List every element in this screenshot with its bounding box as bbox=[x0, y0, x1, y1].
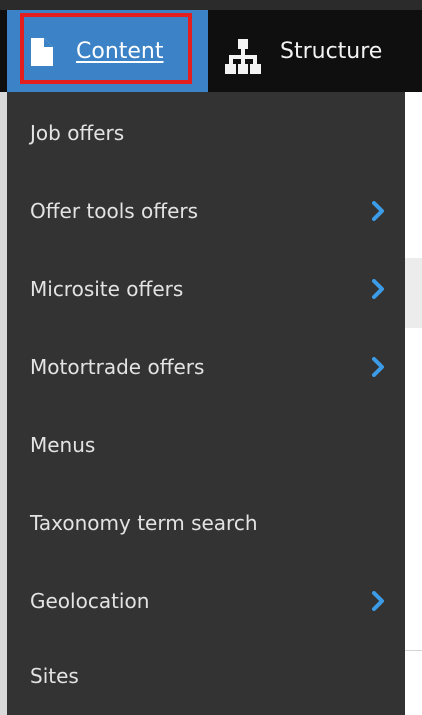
chevron-right-icon[interactable] bbox=[371, 591, 385, 611]
menu-item-label: Microsite offers bbox=[30, 277, 184, 301]
chevron-right-icon[interactable] bbox=[371, 279, 385, 299]
menu-item-microsite-offers[interactable]: Microsite offers bbox=[7, 250, 405, 328]
chevron-right-icon[interactable] bbox=[371, 357, 385, 377]
menu-item-label: Menus bbox=[30, 433, 96, 457]
menu-item-taxonomy-term-search[interactable]: Taxonomy term search bbox=[7, 484, 405, 562]
menu-item-label: Job offers bbox=[30, 121, 125, 145]
sitemap-icon bbox=[225, 39, 261, 74]
page-background-left bbox=[0, 92, 7, 715]
menu-item-label: Offer tools offers bbox=[30, 199, 199, 223]
page-background-panel bbox=[405, 258, 422, 328]
menu-item-job-offers[interactable]: Job offers bbox=[7, 94, 405, 172]
tab-structure-label[interactable]: Structure bbox=[280, 37, 382, 67]
menu-item-offer-tools-offers[interactable]: Offer tools offers bbox=[7, 172, 405, 250]
file-icon bbox=[31, 38, 53, 66]
chevron-right-icon[interactable] bbox=[371, 201, 385, 221]
menu-item-geolocation[interactable]: Geolocation bbox=[7, 562, 405, 640]
menu-item-label: Taxonomy term search bbox=[30, 511, 258, 535]
menu-item-sites[interactable]: Sites bbox=[7, 640, 405, 712]
tab-content-label[interactable]: Content bbox=[76, 37, 164, 67]
menu-item-label: Sites bbox=[30, 664, 79, 688]
menu-item-motortrade-offers[interactable]: Motortrade offers bbox=[7, 328, 405, 406]
menu-item-label: Geolocation bbox=[30, 589, 150, 613]
content-dropdown-menu: Job offers Offer tools offers Microsite … bbox=[7, 92, 405, 715]
page-background-divider bbox=[405, 650, 422, 651]
page-background-right bbox=[405, 92, 422, 715]
menu-item-label: Motortrade offers bbox=[30, 355, 205, 379]
toolbar-top-strip bbox=[0, 0, 422, 10]
menu-item-menus[interactable]: Menus bbox=[7, 406, 405, 484]
